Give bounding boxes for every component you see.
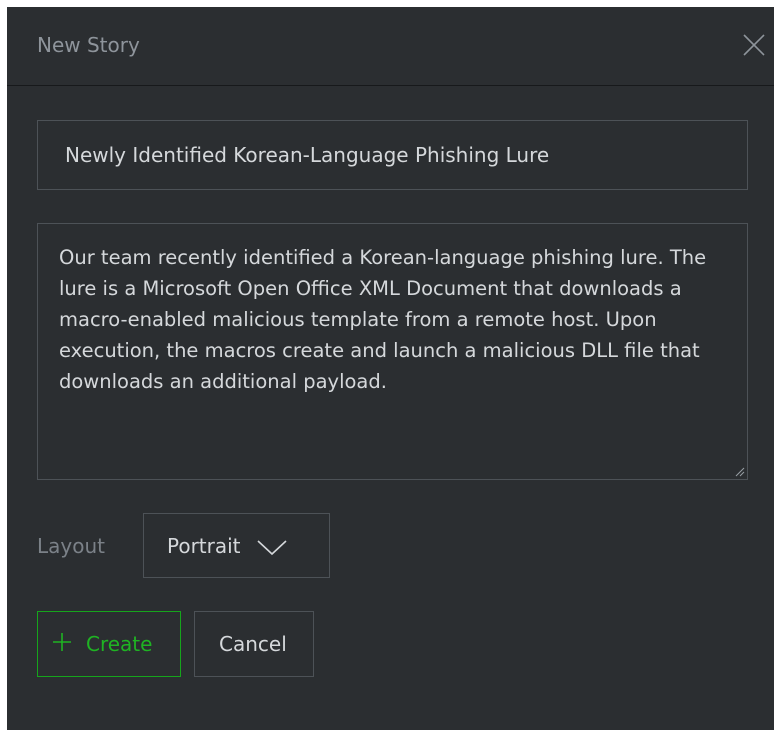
close-icon bbox=[743, 34, 765, 56]
plus-icon bbox=[53, 633, 71, 651]
story-title-input[interactable] bbox=[37, 120, 748, 190]
resize-grip-icon[interactable] bbox=[733, 465, 745, 477]
layout-label: Layout bbox=[37, 534, 105, 558]
chevron-down-icon bbox=[257, 540, 287, 556]
cancel-button-label: Cancel bbox=[219, 632, 287, 656]
new-story-dialog: New Story Our team recently identified a… bbox=[7, 7, 774, 730]
story-description-textarea[interactable]: Our team recently identified a Korean-la… bbox=[37, 223, 748, 480]
close-button[interactable] bbox=[734, 25, 774, 65]
create-button-label: Create bbox=[86, 632, 153, 656]
create-button[interactable]: Create bbox=[37, 611, 181, 677]
dialog-title: New Story bbox=[37, 33, 140, 57]
cancel-button[interactable]: Cancel bbox=[194, 611, 314, 677]
dialog-header: New Story bbox=[7, 7, 774, 86]
layout-select-value: Portrait bbox=[167, 534, 241, 558]
layout-select[interactable]: Portrait bbox=[143, 513, 330, 578]
